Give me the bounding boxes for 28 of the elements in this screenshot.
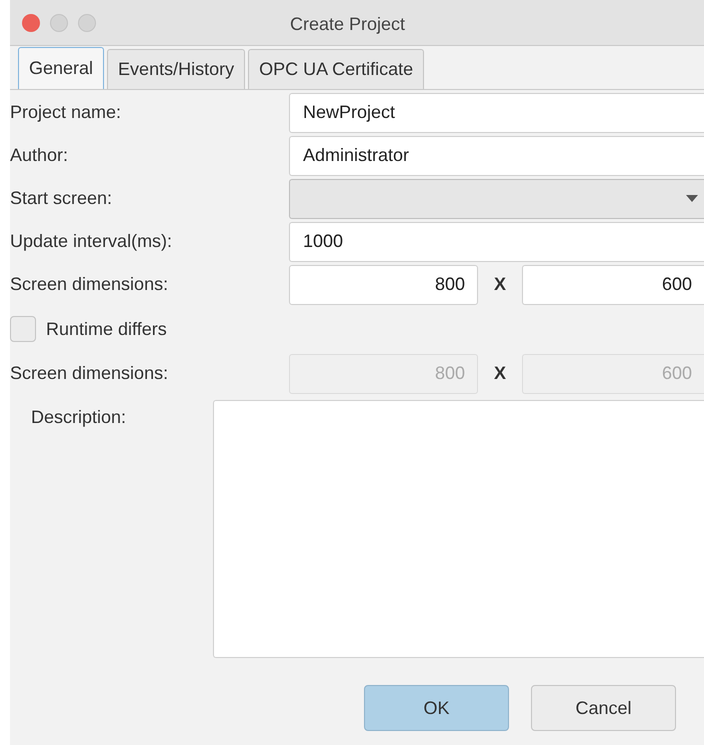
window-title: Create Project [290,13,406,36]
close-icon[interactable] [22,14,40,32]
number-field[interactable]: 800 [289,264,478,304]
caret-icon [686,194,698,202]
tab[interactable]: OPC UA Certificate [248,49,424,89]
checkbox[interactable] [10,316,36,342]
maximize-icon[interactable] [78,14,96,32]
separator-label: X [492,273,507,296]
field-label: Screen dimensions: [10,273,170,296]
ok-button[interactable]: OK [364,685,509,731]
checkbox-label: Runtime differs [46,318,167,340]
text-field[interactable]: NewProject [289,92,704,132]
field-label: Description: [30,406,128,429]
number-field[interactable]: 600 [522,264,704,304]
minimize-icon[interactable] [50,14,68,32]
tab[interactable]: Events/History [107,49,246,89]
separator-label: X [492,362,507,385]
dropdown[interactable] [289,178,704,218]
field-label: Screen dimensions: [10,362,170,385]
field-label: Project name: [10,101,122,124]
field-label: Update interval(ms): [10,230,174,253]
description-field[interactable] [213,400,704,658]
tab[interactable]: General [18,47,104,89]
field-label: Start screen: [10,187,114,210]
text-field[interactable]: 1000 [289,222,704,262]
cancel-button[interactable]: Cancel [531,685,676,731]
text-field[interactable]: Administrator [289,136,704,176]
field-label: Author: [10,144,70,167]
